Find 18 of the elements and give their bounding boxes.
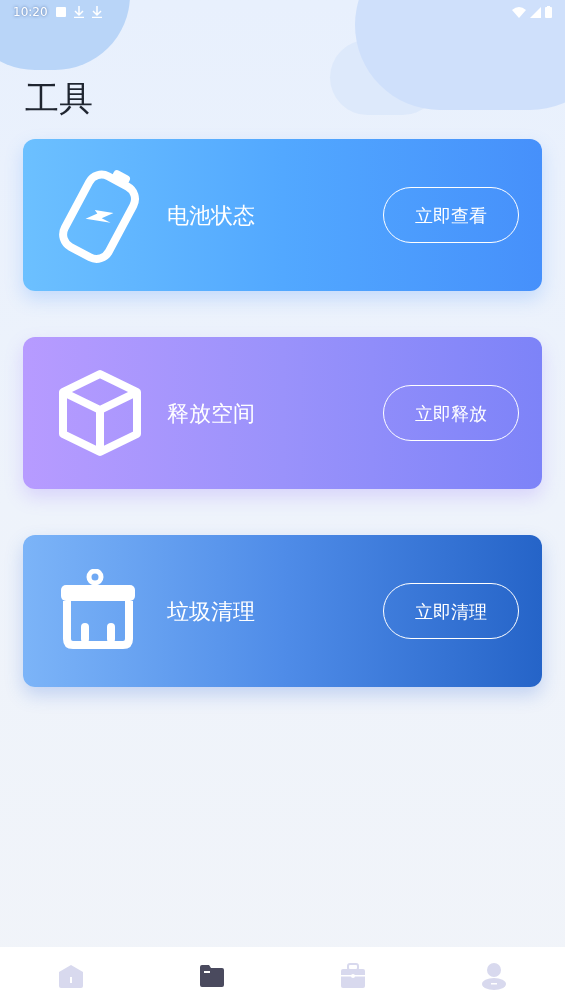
download-icon: [91, 6, 102, 18]
status-time: 10:20: [13, 4, 48, 21]
home-icon: [57, 963, 84, 988]
tool-label: 电池状态: [167, 201, 255, 230]
signal-icon: [530, 6, 541, 18]
folder-icon: [198, 963, 225, 988]
wifi-icon: [512, 6, 526, 18]
download-icon: [73, 6, 84, 18]
tool-card[interactable]: 垃圾清理 立即清理: [23, 535, 542, 687]
tool-card[interactable]: 释放空间 立即释放: [23, 337, 542, 489]
person-icon: [481, 961, 508, 990]
page-title: 工具: [25, 77, 93, 120]
briefcase-icon: [340, 962, 367, 989]
battery-icon: [545, 6, 552, 18]
notification-icon: [55, 7, 66, 17]
tool-card[interactable]: 电池状态 立即查看: [23, 139, 542, 291]
tool-label: 释放空间: [167, 399, 255, 428]
tool-label: 垃圾清理: [167, 597, 255, 626]
